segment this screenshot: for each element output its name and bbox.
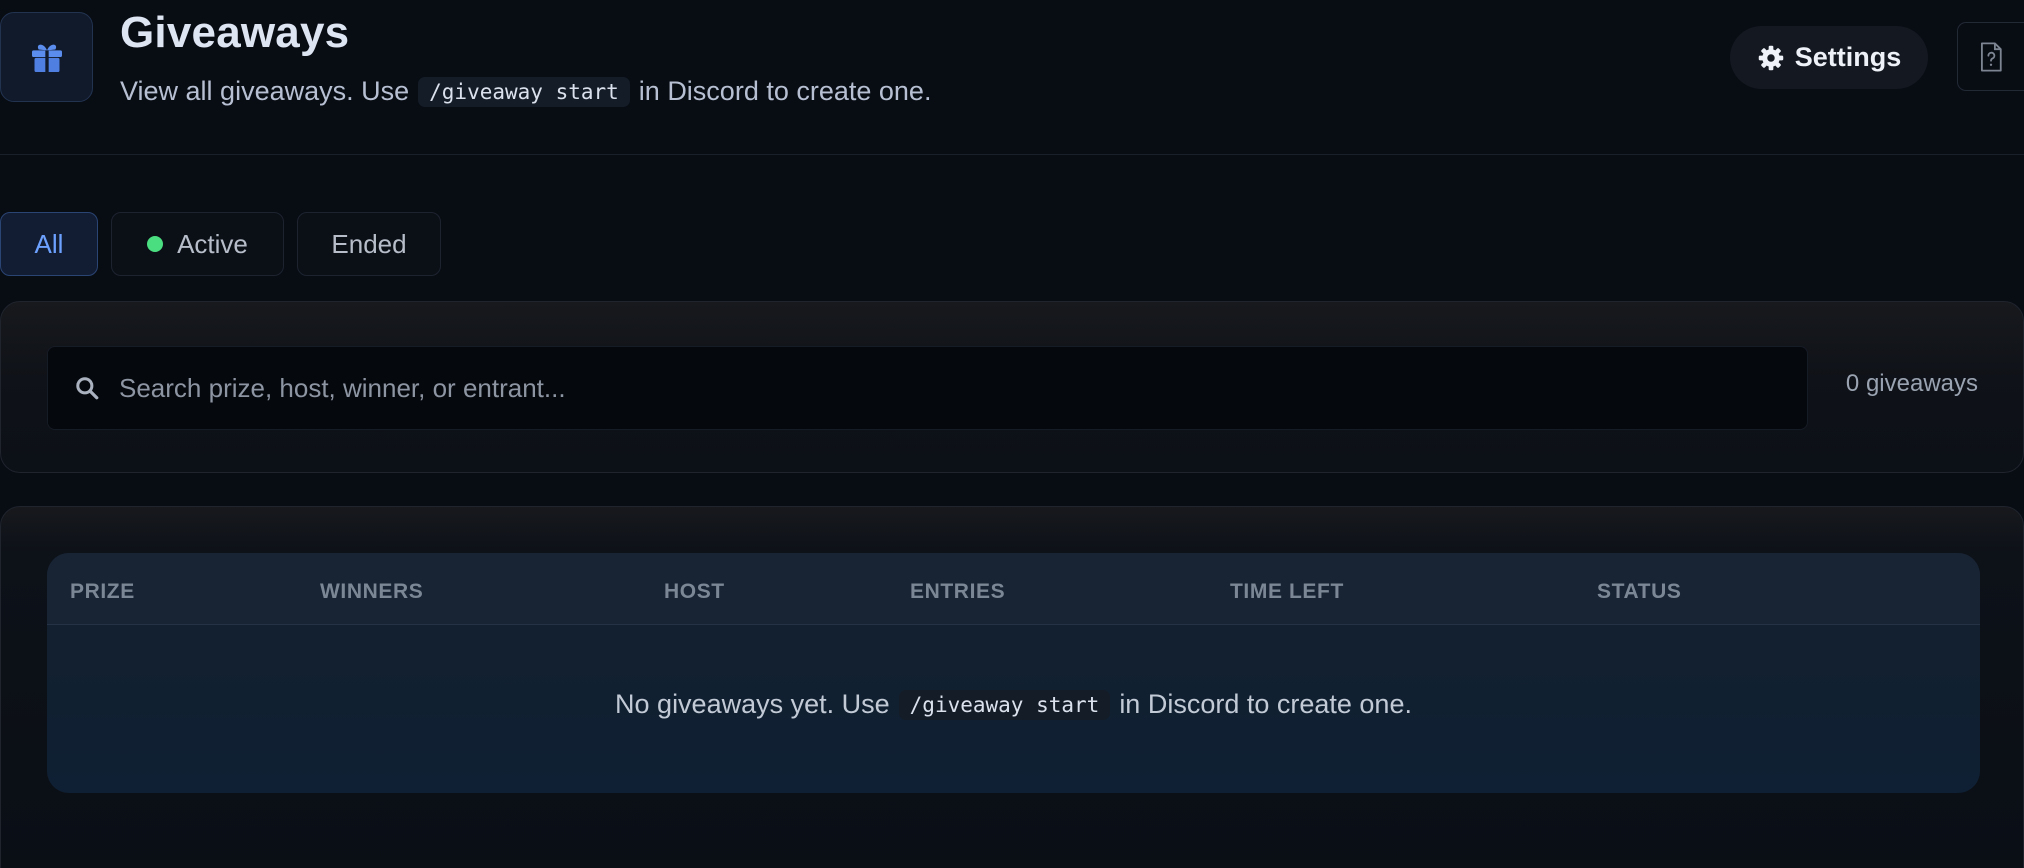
settings-button[interactable]: Settings — [1730, 26, 1928, 89]
giveaways-page: Giveaways View all giveaways. Use /givea… — [0, 0, 2024, 868]
column-header-host[interactable]: HOST — [664, 580, 725, 604]
header-divider — [0, 154, 2024, 155]
subtitle-text: View all giveaways. Use — [120, 76, 410, 106]
filter-tab-label: Active — [177, 228, 248, 259]
giveaways-table: PRIZE WINNERS HOST ENTRIES TIME LEFT STA… — [47, 553, 1980, 793]
gift-icon — [0, 12, 93, 102]
filter-tab-label: All — [34, 228, 64, 259]
table-header: PRIZE WINNERS HOST ENTRIES TIME LEFT STA… — [47, 553, 1980, 625]
search-box[interactable] — [47, 346, 1808, 430]
command-code: /giveaway start — [418, 76, 630, 107]
filter-tab-all[interactable]: All — [0, 212, 98, 276]
giveaway-count: 0 giveaways — [1845, 370, 1978, 397]
search-icon — [72, 373, 102, 403]
active-status-dot — [147, 236, 164, 252]
empty-state-text: No giveaways yet. Use — [615, 689, 890, 719]
subtitle-text-end: in Discord to create one. — [638, 76, 932, 106]
column-header-time-left[interactable]: TIME LEFT — [1230, 580, 1344, 604]
gear-icon — [1757, 44, 1785, 72]
document-help-icon — [1978, 41, 2004, 73]
filter-tab-active[interactable]: Active — [111, 212, 284, 276]
filter-tab-label: Ended — [331, 228, 407, 259]
search-panel: 0 giveaways — [0, 301, 2024, 473]
column-header-prize[interactable]: PRIZE — [70, 580, 135, 604]
settings-label: Settings — [1794, 42, 1902, 72]
page-subtitle: View all giveaways. Use /giveaway start … — [120, 76, 931, 107]
column-header-entries[interactable]: ENTRIES — [910, 580, 1005, 604]
page-title: Giveaways — [120, 8, 350, 57]
empty-state-text-end: in Discord to create one. — [1119, 689, 1412, 719]
command-code: /giveaway start — [898, 689, 1111, 720]
empty-state-message: No giveaways yet. Use /giveaway start in… — [47, 689, 1980, 720]
help-doc-button[interactable] — [1957, 22, 2024, 91]
column-header-status[interactable]: STATUS — [1597, 580, 1681, 604]
search-input[interactable] — [119, 347, 1807, 429]
filter-tab-ended[interactable]: Ended — [297, 212, 441, 276]
table-panel: PRIZE WINNERS HOST ENTRIES TIME LEFT STA… — [0, 506, 2024, 868]
column-header-winners[interactable]: WINNERS — [320, 580, 423, 604]
